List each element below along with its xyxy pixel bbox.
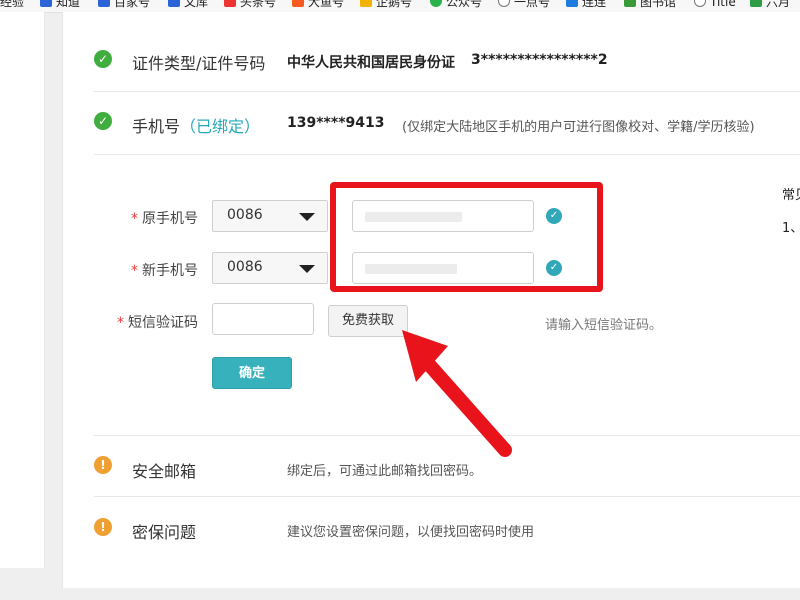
arrow-annotation [402, 330, 512, 457]
arrow-shaft [418, 353, 512, 457]
